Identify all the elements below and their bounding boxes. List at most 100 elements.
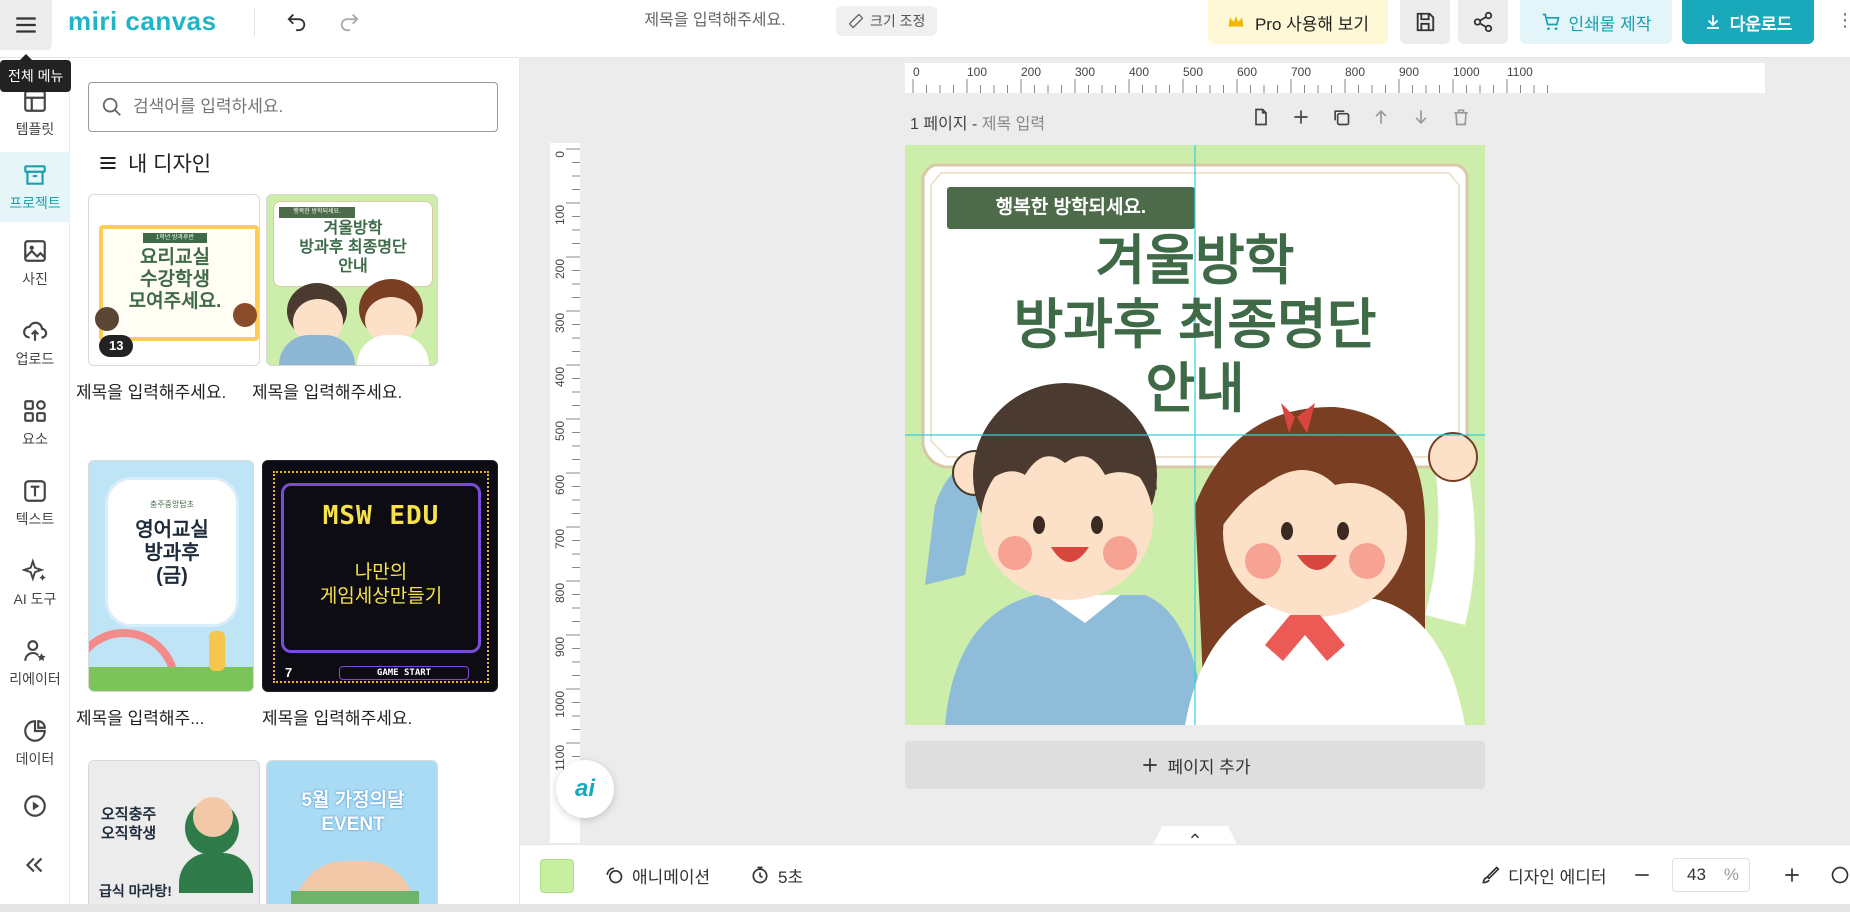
background-color-swatch[interactable] — [540, 859, 574, 893]
move-page-down-button[interactable] — [1410, 106, 1432, 128]
zoom-out-button[interactable] — [1632, 845, 1652, 905]
design-thumbnail[interactable]: 5월 가정의달 EVENT — [266, 760, 438, 912]
add-page-label: 페이지 추가 — [1167, 757, 1251, 777]
heading-line: 방과후 최종명단 — [1013, 295, 1377, 355]
search-input[interactable] — [133, 97, 473, 117]
design-title: 제목을 입력해주세요. — [252, 383, 403, 402]
file-icon — [1255, 108, 1267, 126]
nav-text[interactable]: 텍스트 — [0, 468, 70, 538]
add-page-icon-button[interactable] — [1290, 106, 1312, 128]
animation-button[interactable]: 애니메이션 — [604, 845, 710, 905]
page-note-button[interactable] — [1250, 106, 1272, 128]
duration-button[interactable]: 5초 — [750, 845, 803, 905]
archive-icon — [24, 164, 46, 185]
share-button[interactable] — [1458, 0, 1508, 44]
thumb-line: 안내 — [338, 258, 368, 275]
move-page-up-button[interactable] — [1370, 106, 1392, 128]
ruler-label: 500 — [1183, 65, 1203, 79]
nav-ai-tools[interactable]: AI 도구 — [0, 548, 70, 618]
share-icon — [1473, 11, 1493, 33]
thumb-character — [279, 335, 355, 365]
thumb-tag: 1학년 방과후반 — [143, 233, 207, 243]
ruler-label: 600 — [553, 475, 567, 495]
thumb-line: 5월 가정의달 — [301, 790, 405, 811]
banner-text[interactable]: 행복한 방학되세요. — [947, 187, 1195, 229]
zoom-unit: % — [1723, 865, 1739, 884]
search-box[interactable] — [88, 82, 498, 132]
canvas-heading[interactable]: 겨울방학 방과후 최종명단 안내 — [905, 229, 1485, 421]
nav-video[interactable] — [0, 776, 70, 836]
minus-icon — [1635, 874, 1649, 876]
thumb-line: 수강학생 — [140, 269, 210, 290]
save-button[interactable] — [1400, 0, 1450, 44]
resize-label: 크기 조정 — [870, 13, 926, 29]
design-thumbnail[interactable]: MSW EDU 나만의 게임세상만들기 GAME START 7 — [262, 460, 498, 692]
page-title-input[interactable]: 제목 입력 — [982, 116, 1045, 133]
sparkle-icon — [22, 557, 46, 582]
help-icon — [1831, 866, 1849, 884]
chart-icon — [24, 719, 46, 742]
undo-button[interactable] — [282, 6, 312, 36]
ruler-label: 700 — [1291, 65, 1311, 79]
collapse-page-list-button[interactable] — [1152, 826, 1238, 844]
text-icon — [24, 479, 46, 502]
ruler-label: 1000 — [1453, 65, 1480, 79]
crown-icon — [1228, 16, 1244, 27]
nav-upload[interactable]: 업로드 — [0, 308, 70, 378]
ruler-label: 800 — [553, 583, 567, 603]
thumb-heading: 요리교실 수강학생 모여주세요. — [89, 247, 259, 313]
collapse-panel-button[interactable] — [0, 840, 70, 890]
design-thumbnail[interactable]: 충주중앙탑초 영어교실 방과후 (금) — [88, 460, 254, 692]
nav-photos[interactable]: 사진 — [0, 228, 70, 298]
zoom-input[interactable]: 43 % — [1672, 858, 1750, 892]
ruler-label: 900 — [1399, 65, 1419, 79]
trash-icon — [1454, 109, 1468, 126]
thumb-line: (금) — [156, 565, 188, 587]
menu-button[interactable] — [0, 0, 52, 50]
nav-label: 템플릿 — [15, 120, 55, 137]
design-title: 제목을 입력해주... — [76, 709, 205, 728]
thumb-character — [357, 335, 429, 365]
design-title-input[interactable]: 제목을 입력해주세요. — [600, 6, 830, 36]
resize-button[interactable]: 크기 조정 — [836, 6, 938, 36]
zoom-in-button[interactable] — [1782, 845, 1802, 905]
play-icon — [24, 795, 46, 817]
my-designs-header[interactable]: 내 디자인 — [98, 148, 211, 178]
search-icon — [102, 97, 121, 116]
design-editor-label: 디자인 에디터 — [1508, 867, 1607, 887]
girl-cheek — [1349, 543, 1385, 579]
thumb-character — [233, 303, 257, 327]
help-button[interactable] — [1830, 845, 1850, 905]
more-icon[interactable]: ⋮ — [1836, 10, 1850, 31]
copy-icon — [1334, 110, 1350, 126]
print-order-button[interactable]: 인쇄물 제작 — [1520, 0, 1672, 44]
nav-label: 데이터 — [15, 750, 55, 767]
ruler-label: 200 — [1021, 65, 1041, 79]
thumb-line: 방과후 최종명단 — [299, 239, 407, 256]
design-thumbnail[interactable]: 행복한 방학되세요. 겨울방학 방과후 최종명단 안내 — [266, 194, 438, 366]
download-button[interactable]: 다운로드 — [1682, 0, 1814, 44]
ai-assistant-button[interactable]: ai — [556, 760, 614, 818]
heading-line: 겨울방학 — [1095, 231, 1295, 291]
thumb-line: EVENT — [321, 814, 385, 835]
design-canvas[interactable]: 행복한 방학되세요. 겨울방학 방과후 최종명단 안내 — [905, 145, 1485, 725]
nav-elements[interactable]: 요소 — [0, 388, 70, 458]
thumb-heading: 오직충주 오직학생 — [101, 805, 156, 843]
thumb-line: 겨울방학 — [323, 220, 383, 237]
arrow-down-icon — [1415, 110, 1427, 125]
design-thumbnail[interactable]: 1학년 방과후반 요리교실 수강학생 모여주세요. 13 — [88, 194, 260, 366]
redo-button[interactable] — [334, 6, 364, 36]
nav-projects[interactable]: 프로젝트 — [0, 152, 70, 222]
delete-page-button[interactable] — [1450, 106, 1472, 128]
nav-creators[interactable]: 리에이터 — [0, 628, 70, 698]
pro-trial-button[interactable]: Pro 사용해 보기 — [1208, 0, 1388, 44]
duplicate-page-button[interactable] — [1330, 106, 1352, 128]
girl-eye — [1337, 522, 1349, 540]
nav-label: 사진 — [22, 270, 48, 287]
print-label: 인쇄물 제작 — [1568, 14, 1652, 34]
design-editor-button[interactable]: 디자인 에디터 — [1480, 845, 1607, 905]
design-thumbnail[interactable]: 오직충주 오직학생 급식 마라탕! — [88, 760, 260, 912]
page-number: 1 페이지 — [910, 116, 968, 133]
add-page-button[interactable]: 페이지 추가 — [905, 741, 1485, 789]
nav-data[interactable]: 데이터 — [0, 708, 70, 778]
